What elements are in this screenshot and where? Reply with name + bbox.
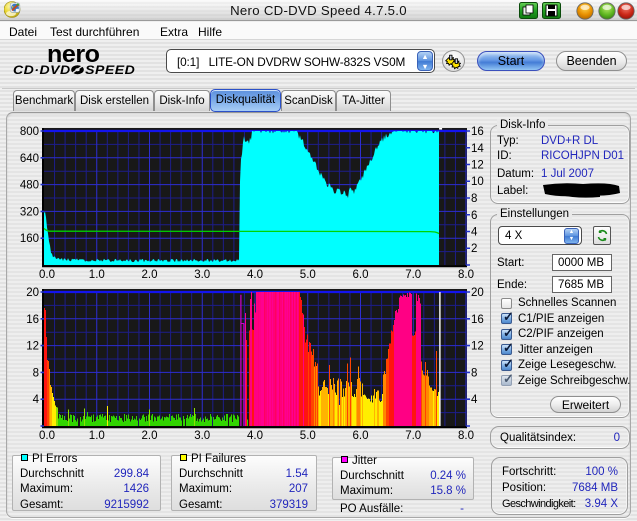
svg-text:12: 12 — [26, 341, 39, 353]
svg-text:6.0: 6.0 — [353, 269, 369, 281]
svg-text:8.0: 8.0 — [458, 269, 474, 281]
svg-text:1.0: 1.0 — [89, 269, 105, 281]
svg-text:8: 8 — [471, 193, 477, 205]
svg-text:14: 14 — [471, 143, 484, 155]
svg-text:3.0: 3.0 — [194, 269, 210, 281]
svg-text:16: 16 — [471, 314, 484, 326]
svg-text:5.0: 5.0 — [300, 269, 316, 281]
svg-text:8: 8 — [33, 367, 39, 379]
svg-text:8: 8 — [471, 367, 477, 379]
svg-text:4.0: 4.0 — [247, 269, 263, 281]
svg-text:16: 16 — [471, 126, 484, 138]
svg-text:800: 800 — [20, 126, 39, 138]
svg-text:4: 4 — [33, 394, 40, 406]
svg-text:0.0: 0.0 — [39, 269, 55, 281]
svg-text:20: 20 — [471, 287, 484, 299]
svg-text:4: 4 — [471, 394, 478, 406]
svg-text:640: 640 — [20, 153, 39, 165]
svg-text:20: 20 — [26, 287, 39, 299]
svg-text:2.0: 2.0 — [142, 269, 158, 281]
svg-text:12: 12 — [471, 341, 484, 353]
svg-text:10: 10 — [471, 176, 484, 188]
svg-text:12: 12 — [471, 160, 484, 172]
svg-text:16: 16 — [26, 314, 39, 326]
svg-text:160: 160 — [20, 233, 39, 245]
svg-text:480: 480 — [20, 180, 39, 192]
svg-text:4: 4 — [471, 227, 478, 239]
svg-text:2: 2 — [471, 243, 477, 255]
svg-text:6: 6 — [471, 210, 477, 222]
svg-text:320: 320 — [20, 206, 39, 218]
svg-text:7.0: 7.0 — [405, 269, 421, 281]
